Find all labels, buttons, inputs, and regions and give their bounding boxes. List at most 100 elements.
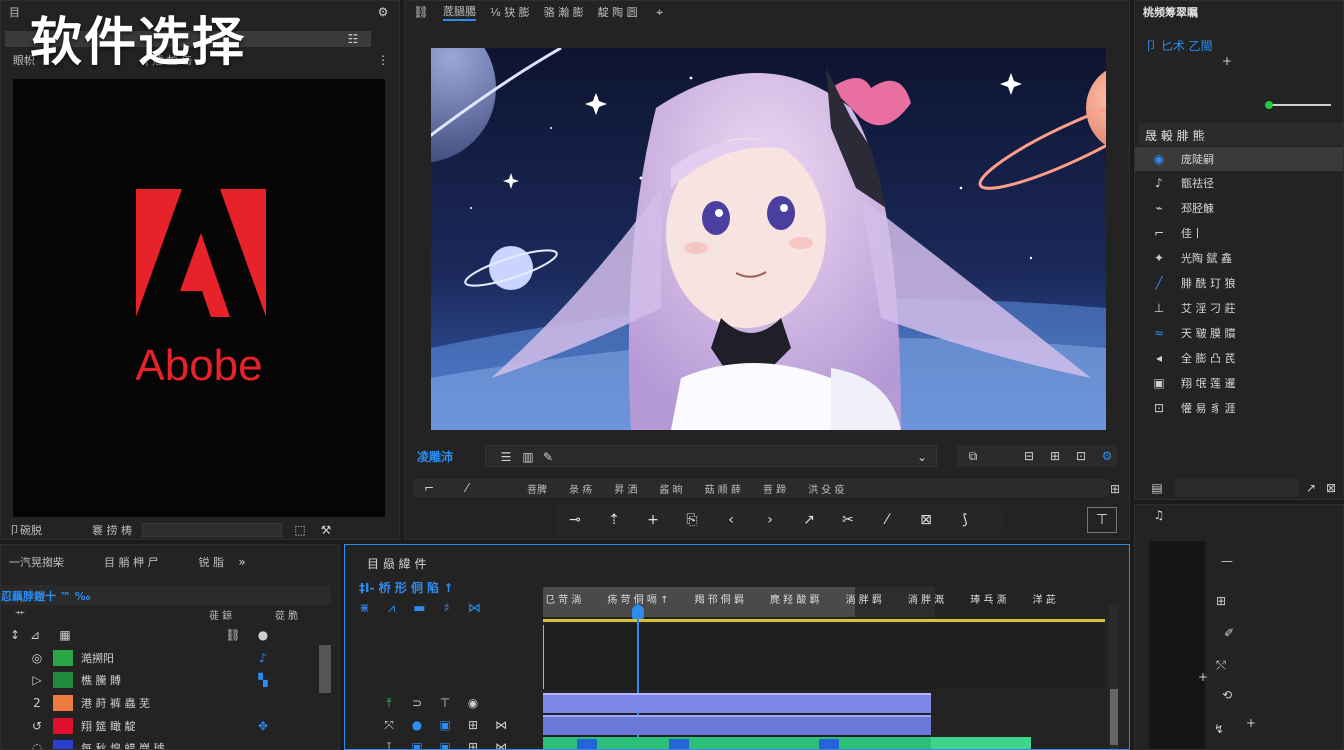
type-tool-icon[interactable]: ↯ — [1211, 721, 1227, 737]
track-lock-icon[interactable]: ⤒ — [381, 695, 397, 711]
tool-button-7[interactable]: ↗ — [795, 508, 823, 532]
tool-button-1[interactable]: ⊸ — [561, 508, 589, 532]
tool-button-4[interactable]: ⎘ — [678, 508, 706, 532]
timeline-clip-v1[interactable] — [543, 715, 931, 735]
add-button-icon[interactable]: ⊞ — [1107, 481, 1123, 497]
project-row-1[interactable]: ◎ 澔搠阳 ♪ — [1, 647, 335, 669]
track-solo-icon[interactable]: ⋈ — [493, 717, 509, 733]
panel-menu-icon[interactable]: ☷ — [345, 31, 361, 47]
column-name[interactable]: 艹 — [15, 607, 25, 622]
marker-icon[interactable]: ▬ — [413, 601, 425, 616]
track-target-icon[interactable]: ▣ — [437, 739, 453, 749]
timeline-clip-a1-blue-1[interactable] — [577, 739, 597, 749]
effect-item-6[interactable]: ╱ 腓 酰 玎 狼 — [1135, 271, 1343, 295]
timeline-scroll-thumb[interactable] — [1110, 689, 1118, 745]
track-sync-icon[interactable]: ● — [409, 717, 425, 733]
timeline-clip-a1-blue-2[interactable] — [669, 739, 689, 749]
delete-icon[interactable]: ⊠ — [1323, 480, 1339, 496]
program-preview-image[interactable] — [431, 48, 1106, 430]
effect-item-10[interactable]: ▣ 翔 氓 莲 暹 — [1135, 371, 1343, 395]
export-frame-icon[interactable]: ⬚ — [292, 522, 308, 538]
track-mute-icon[interactable]: ⊞ — [465, 717, 481, 733]
effect-item-3[interactable]: ⌁ 邳胫觫 — [1135, 196, 1343, 220]
tab-media-browser[interactable]: 目 艄 柙 尸 — [104, 554, 159, 570]
captions-icon[interactable]: ⋈ — [468, 601, 481, 616]
copy-icon[interactable]: ⧉ — [965, 448, 981, 464]
source-viewer[interactable]: Abobe — [13, 79, 385, 517]
track-lock-icon[interactable]: ⤧ — [381, 717, 397, 733]
project-row-5[interactable]: ◌ 每 秋 煌 蜡 巖 琥 — [1, 737, 335, 749]
tool-button-5[interactable]: ‹ — [717, 508, 745, 532]
project-row-2[interactable]: ▷ 樵 騰 賻 ▚ — [1, 669, 335, 691]
speaker-icon[interactable]: ♫ — [1151, 507, 1167, 523]
effect-item-9[interactable]: ◂ 全 膨 凸 芪 — [1135, 346, 1343, 370]
grid-icon[interactable]: ▥ — [520, 449, 536, 465]
effect-item-11[interactable]: ⊡ 懽 易 豸 涯 — [1135, 396, 1343, 420]
timeline-ruler[interactable]: 㔾 苛 淌 疡 苛 侗 嗝 ↑ 羯 邗 侗 羁 麂 羟 酸 羁 淌 胖 羁 淌 … — [543, 587, 1111, 623]
tab-program-2[interactable]: ⅛ 㹟 膨 — [490, 4, 530, 20]
trim-icon[interactable]: ⊞ — [1047, 448, 1063, 464]
track-solo-icon[interactable]: ⋈ — [493, 739, 509, 749]
list-icon[interactable]: ▤ — [1149, 480, 1165, 496]
track-target-icon[interactable]: ▣ — [437, 717, 453, 733]
panel-options-icon[interactable]: ⋮ — [375, 52, 391, 68]
track-sync-icon[interactable]: ▣ — [409, 739, 425, 749]
timeline-clip-a1-2[interactable] — [931, 737, 1031, 749]
timeline-scrollbar[interactable] — [1109, 605, 1119, 749]
tab-project[interactable]: 一汽晃搊柴 — [9, 554, 64, 570]
column-b[interactable]: 蓯 脆 — [275, 607, 298, 622]
menu-icon[interactable]: ☰ — [498, 449, 514, 465]
program-dropdown[interactable]: ☰ ▥ ✎ ⌄ — [485, 445, 937, 467]
effects-tab-active[interactable]: 卩 匕术 乙閩 — [1145, 37, 1213, 54]
tool-button-2[interactable]: ⇡ — [600, 508, 628, 532]
tool-button-10[interactable]: ⊠ — [912, 508, 940, 532]
timeline-clip-a1[interactable] — [543, 737, 931, 749]
frame-icon[interactable]: ⊟ — [1021, 448, 1037, 464]
zoom-icon[interactable]: ⟲ — [1219, 687, 1235, 703]
more-icon[interactable]: » — [234, 554, 250, 570]
timeline-empty-area[interactable] — [543, 625, 1105, 689]
linked-selection-icon[interactable]: ⩘ — [388, 601, 395, 616]
track-sync-icon[interactable]: ⊃ — [409, 695, 425, 711]
effect-item-7[interactable]: ⊥ 艾 淫 刁 莊 — [1135, 296, 1343, 320]
settings-icon[interactable]: ♯ — [444, 601, 450, 616]
effect-item-2[interactable]: ♪ 甑祛径 — [1135, 171, 1343, 195]
tool-button-3[interactable]: + — [639, 508, 667, 532]
tool-button-11[interactable]: ⟆ — [951, 508, 979, 532]
hand-icon[interactable]: ⤲ — [1213, 657, 1229, 673]
track-mute-icon[interactable]: ⊞ — [465, 739, 481, 749]
tab-program-1[interactable]: 菧膼臈 — [443, 3, 476, 21]
timeline-clip-a1-blue-3[interactable] — [819, 739, 839, 749]
label-icon[interactable]: ⊿ — [27, 627, 43, 643]
thumbnail-icon[interactable]: ▦ — [57, 627, 73, 643]
effects-search-input[interactable] — [1175, 479, 1299, 497]
tab-libraries[interactable]: 锐 脂 — [199, 554, 225, 570]
link-icon[interactable]: ⛓ — [225, 627, 241, 643]
effect-item-5[interactable]: ✦ 光陶 錻 鑫 — [1135, 246, 1343, 270]
link-icon[interactable]: ⛓ — [413, 4, 429, 20]
snap-icon[interactable]: ⋇ — [359, 601, 370, 616]
project-row-3[interactable]: 2 港 莳 裤 蟲 芜 — [1, 692, 335, 714]
tool-button-6[interactable]: › — [756, 508, 784, 532]
effects-slider-handle[interactable] — [1265, 101, 1273, 109]
settings-icon[interactable]: ⚙ — [375, 4, 391, 20]
track-eye-icon[interactable]: ◉ — [465, 695, 481, 711]
source-timebar[interactable] — [142, 523, 282, 537]
tab-program-4[interactable]: 靛 陶 圆 — [598, 4, 638, 20]
timeline-clip-v2[interactable] — [543, 693, 931, 713]
tool-button-9[interactable]: ⁄ — [873, 508, 901, 532]
tab-program-3[interactable]: 骆 瀚 膨 — [544, 4, 584, 20]
pen-tool-icon[interactable]: ✐ — [1221, 625, 1237, 641]
track-target-icon[interactable]: ⊤ — [437, 695, 453, 711]
pencil-icon[interactable]: ✎ — [540, 449, 556, 465]
effects-slider[interactable] — [1269, 104, 1331, 106]
export-frame-button[interactable]: ⊤ — [1087, 507, 1117, 533]
minus-icon[interactable]: — — [1219, 553, 1235, 569]
pin-icon[interactable]: ⌖ — [652, 4, 668, 20]
sort-icon[interactable]: ↕ — [7, 627, 23, 643]
effect-item-8[interactable]: ≈ 天 皲 膜 贘 — [1135, 321, 1343, 345]
wrench-icon[interactable]: ⚒ — [318, 522, 334, 538]
fx-icon[interactable]: ⚙ — [1099, 448, 1115, 464]
column-a[interactable]: 蓰 鍄 — [209, 607, 232, 622]
effect-item-1[interactable]: ◉ 庞陡嗣 — [1135, 147, 1343, 171]
